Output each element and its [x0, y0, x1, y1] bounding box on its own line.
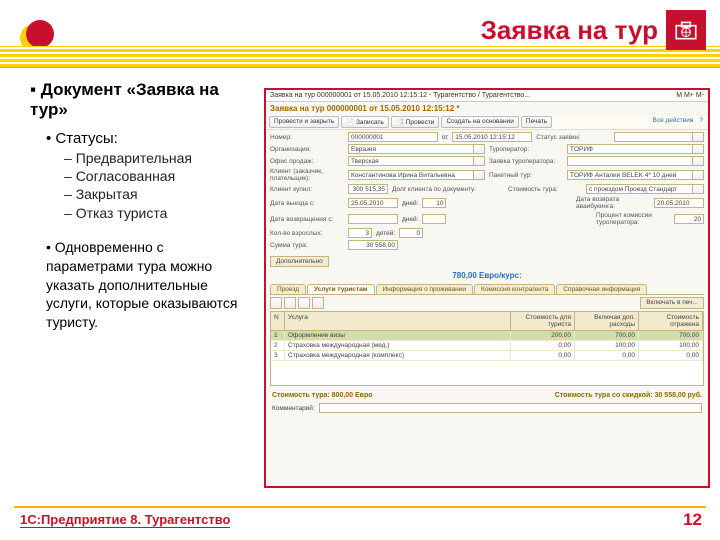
label-ret: Дата возврата аваибукинга: [576, 196, 650, 210]
label-package: Пакетный тур: [489, 172, 563, 179]
status-heading: • Статусы: [46, 130, 250, 147]
up-icon[interactable] [298, 297, 310, 309]
adult-field[interactable]: 3 [348, 228, 372, 238]
tour-cost: Стоимость тура: 800,00 Евро [272, 392, 373, 399]
app-window: Заявка на тур 000000001 от 15.05.2010 12… [264, 88, 710, 488]
tour-cost-discount: Стоимость тура со скидкой: 30 558,00 руб… [555, 392, 702, 399]
table-row[interactable]: 1 Оформление визы 200,00 700,00 700,00 [271, 331, 703, 341]
comeback-field[interactable] [348, 214, 398, 224]
package-field[interactable]: TОРИФ Анталия BELEK 4* 10 дней [567, 170, 704, 180]
status-field[interactable] [614, 132, 704, 142]
print-button[interactable]: Печать [521, 116, 552, 128]
down-icon[interactable] [312, 297, 324, 309]
tab-services[interactable]: Услуги туристам [307, 284, 374, 294]
grid-toolbar: Включать в печ... [270, 297, 704, 309]
tab-accommodation[interactable]: Информация о проживании [376, 284, 474, 294]
label-modality: Стоимость тура: [508, 186, 582, 193]
description-paragraph: • Одновременно с параметрами тура можно … [46, 238, 250, 332]
application-field[interactable] [567, 156, 704, 166]
include-print-button[interactable]: Включать в печ... [640, 297, 704, 309]
table-row[interactable]: 3 Страховка международная (комплекс) 0,0… [271, 351, 703, 361]
create-based-button[interactable]: Создать на основании [441, 116, 518, 128]
label-from: Дата выезда с: [270, 200, 344, 207]
label-kids: детей: [376, 230, 395, 237]
footer-costs: Стоимость тура: 800,00 Евро Стоимость ту… [266, 388, 708, 403]
tab-reference[interactable]: Справочная информация [556, 284, 647, 294]
label-days2: дней: [402, 216, 418, 223]
form-area: Номер: 000000001 от 15.05.2010 12:15:12 … [266, 130, 708, 254]
help-icon[interactable]: ? [697, 116, 705, 128]
col-name: Услуга [285, 312, 511, 330]
client-field[interactable]: Константинова Ирина Витальевна [348, 170, 485, 180]
page-number: 12 [683, 510, 702, 530]
label-pct: Процент комиссии туроператора: [596, 212, 670, 226]
ret-field[interactable]: 20.05.2010 [654, 198, 704, 208]
number-field[interactable]: 000000001 [348, 132, 438, 142]
org-field[interactable]: Евразия [348, 144, 485, 154]
save-close-button[interactable]: Провести и закрыть [269, 116, 339, 128]
services-grid[interactable]: N Услуга Стоимость для туриста Включая д… [270, 311, 704, 386]
additional-button[interactable]: Дополнительно [270, 256, 329, 267]
modality-field[interactable]: с проездом Проезд Стандарт [586, 184, 704, 194]
sumtot-field[interactable]: 30 558,00 [348, 240, 398, 250]
status-item: – Отказ туриста [64, 204, 250, 222]
post-button[interactable]: 📑 Провести [391, 116, 440, 128]
add-row-icon[interactable] [270, 297, 282, 309]
label-date-from: от [442, 134, 448, 141]
status-item: – Закрытая [64, 185, 250, 203]
col-c: Стоимость отражена [639, 312, 703, 330]
label-org: Организация: [270, 146, 344, 153]
tab-travel[interactable]: Проезд [270, 284, 306, 294]
label-days: дней: [402, 200, 418, 207]
status-item: – Предварительная [64, 149, 250, 167]
label-client: Клиент (заказчик, плательщик): [270, 168, 344, 182]
suitcase-icon [666, 10, 706, 50]
days-field[interactable]: 10 [422, 198, 446, 208]
tab-commission[interactable]: Комиссия контрагента [474, 284, 555, 294]
label-comeback: Дата возвращения с: [270, 216, 344, 223]
label-office: Офис продаж: [270, 158, 344, 165]
window-titlebar: Заявка на тур 000000001 от 15.05.2010 12… [266, 90, 708, 102]
office-field[interactable]: Тверская [348, 156, 485, 166]
col-a: Стоимость для туриста [511, 312, 575, 330]
footer-divider [14, 506, 706, 508]
all-actions-link[interactable]: Все действия [650, 116, 695, 128]
comment-field[interactable] [319, 403, 702, 413]
days2-field[interactable] [422, 214, 446, 224]
label-application: Заявка туроператора: [489, 158, 563, 165]
label-adult: Кол-во взрослых: [270, 230, 344, 237]
slide-title: Заявка на тур [481, 15, 658, 46]
label-operator: Туроператор: [489, 146, 563, 153]
pct-field[interactable]: 20 [674, 214, 704, 224]
col-n: N [271, 312, 285, 330]
label-status: Статус заявки: [536, 134, 610, 141]
footer-text: 1С:Предприятие 8. Турагентство [20, 512, 230, 528]
operator-field[interactable]: TОРИФ [567, 144, 704, 154]
from-field[interactable]: 25.05.2010 [348, 198, 398, 208]
doc-heading: ▪ Документ «Заявка на тур» [30, 80, 250, 120]
label-number: Номер: [270, 134, 344, 141]
del-row-icon[interactable] [284, 297, 296, 309]
sold-field[interactable]: 300 515,35 [348, 184, 388, 194]
label-debt: Долг клиента по документу: [392, 186, 504, 193]
toolbar: Провести и закрыть 📄 Записать 📑 Провести… [266, 115, 708, 130]
label-sold: Клиент купил: [270, 186, 344, 193]
col-b: Включая доп. расходы [575, 312, 639, 330]
tabs: Проезд Услуги туристам Информация о прож… [270, 284, 704, 295]
kids-field[interactable]: 0 [399, 228, 423, 238]
comment-label: Комментарий: [272, 405, 315, 412]
status-item: – Согласованная [64, 167, 250, 185]
date-field[interactable]: 15.05.2010 12:15:12 [452, 132, 532, 142]
label-sumtot: Сумма тура: [270, 242, 344, 249]
table-row[interactable]: 2 Страховка международная (мед.) 0,00 10… [271, 341, 703, 351]
svg-text:®: ® [46, 23, 52, 32]
write-button[interactable]: 📄 Записать [341, 116, 389, 128]
document-title: Заявка на тур 000000001 от 15.05.2010 12… [266, 102, 708, 115]
total-line: 780,00 Евро/курс: [266, 269, 708, 282]
